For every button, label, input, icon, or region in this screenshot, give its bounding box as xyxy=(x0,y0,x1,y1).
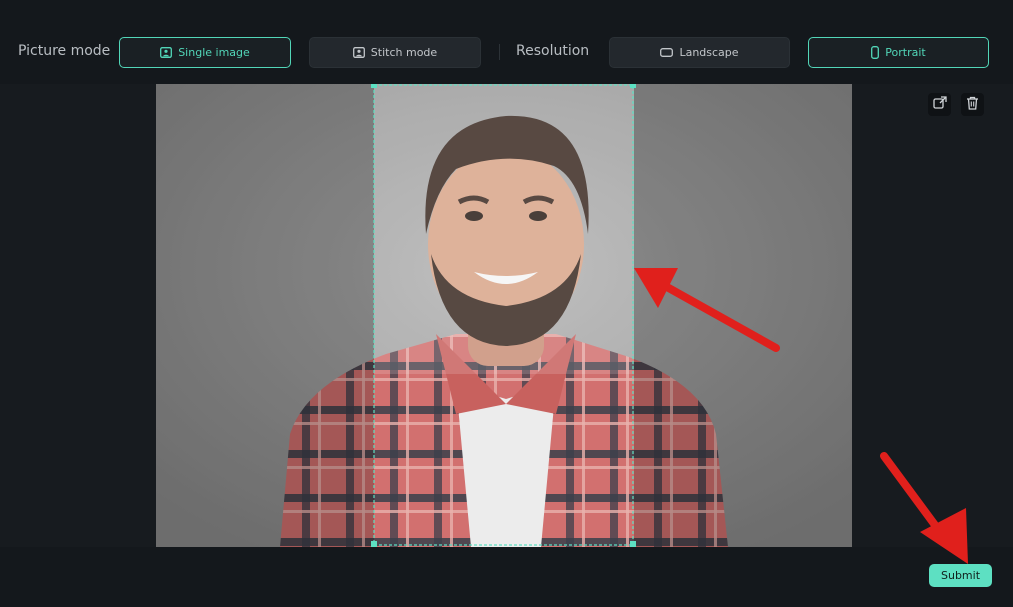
toolbar: Picture mode Single image Stitch mode Re… xyxy=(0,0,1013,84)
replace-image-button[interactable] xyxy=(928,93,951,116)
canvas-tools xyxy=(928,93,984,116)
landscape-icon xyxy=(660,48,674,57)
footer: Submit xyxy=(0,547,1013,607)
portrait-photo xyxy=(156,84,852,547)
portrait-icon xyxy=(871,46,880,59)
single-image-label: Single image xyxy=(178,46,250,59)
portrait-label: Portrait xyxy=(885,46,926,59)
portrait-button[interactable]: Portrait xyxy=(808,37,989,68)
trash-icon xyxy=(966,95,979,114)
stitch-mode-label: Stitch mode xyxy=(370,46,438,59)
resolution-label: Resolution xyxy=(516,43,590,59)
image-icon xyxy=(160,47,173,58)
delete-image-button[interactable] xyxy=(961,93,984,116)
image-icon xyxy=(352,47,365,58)
photo-illustration xyxy=(156,84,852,547)
landscape-button[interactable]: Landscape xyxy=(609,37,790,68)
landscape-label: Landscape xyxy=(679,46,739,59)
picture-mode-label: Picture mode xyxy=(18,43,111,59)
image-canvas xyxy=(0,84,1013,547)
toolbar-divider xyxy=(499,44,500,60)
submit-button[interactable]: Submit xyxy=(929,564,992,587)
editor-window: Picture mode Single image Stitch mode Re… xyxy=(0,0,1013,607)
single-image-button[interactable]: Single image xyxy=(119,37,291,68)
stitch-mode-button[interactable]: Stitch mode xyxy=(309,37,481,68)
replace-image-icon xyxy=(932,95,947,114)
